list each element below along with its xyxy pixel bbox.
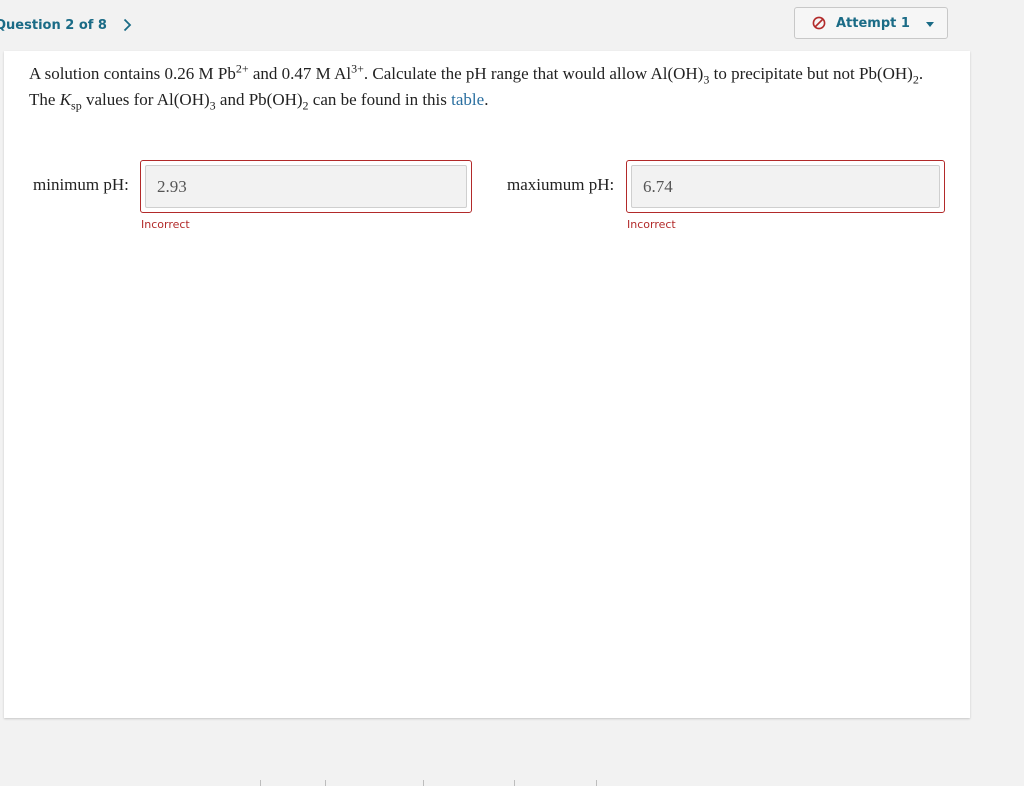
- block-icon: [812, 16, 826, 30]
- question-navigation: Question 2 of 8: [0, 14, 135, 36]
- minimum-ph-input[interactable]: [145, 165, 467, 208]
- minimum-ph-label: minimum pH:: [33, 175, 129, 194]
- ruler-tick: [514, 780, 515, 786]
- question-counter: Question 2 of 8: [0, 17, 107, 33]
- maximum-ph-answer-box: [626, 160, 945, 213]
- attempt-label: Attempt 1: [836, 15, 910, 31]
- question-text: A solution contains 0.26 M Pb2+ and 0.47…: [29, 61, 924, 113]
- ruler-tick: [325, 780, 326, 786]
- maximum-ph-input[interactable]: [631, 165, 940, 208]
- ruler-tick: [423, 780, 424, 786]
- top-bar: Question 2 of 8 Attempt 1: [0, 0, 1024, 50]
- minimum-ph-answer-box: [140, 160, 472, 213]
- ruler-tick: [596, 780, 597, 786]
- attempt-dropdown[interactable]: Attempt 1: [794, 7, 948, 39]
- question-card: A solution contains 0.26 M Pb2+ and 0.47…: [4, 51, 970, 718]
- maximum-ph-label: maxiumum pH:: [507, 175, 615, 194]
- caret-down-icon: [925, 19, 935, 29]
- minimum-ph-feedback: Incorrect: [141, 218, 190, 231]
- ksp-table-link[interactable]: table: [451, 90, 484, 109]
- chevron-right-icon: [124, 18, 132, 32]
- bottom-ruler: [0, 778, 1024, 786]
- maximum-ph-feedback: Incorrect: [627, 218, 676, 231]
- next-question-button[interactable]: [121, 14, 135, 36]
- ruler-tick: [260, 780, 261, 786]
